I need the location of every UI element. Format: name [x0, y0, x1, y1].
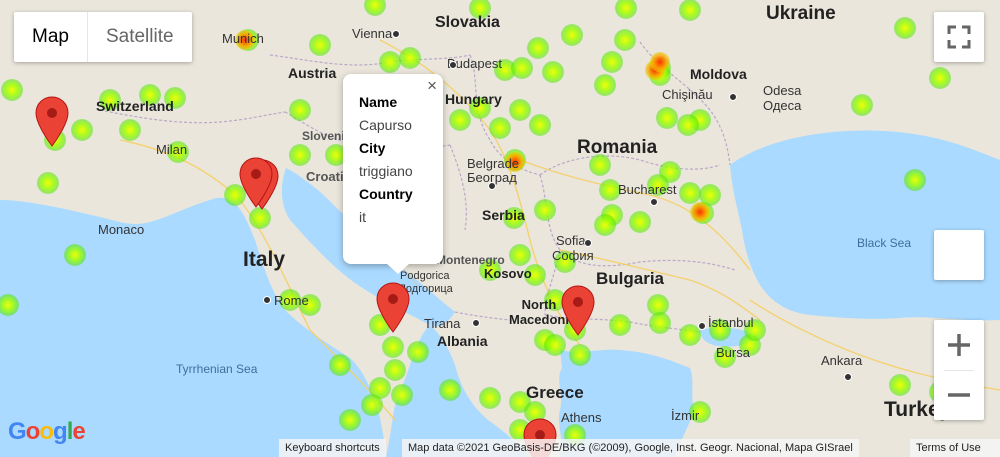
city-dot: [844, 373, 852, 381]
country-label: Bulgaria: [596, 269, 665, 288]
city-label: Munich: [222, 31, 264, 46]
google-logo: Google: [8, 418, 86, 445]
map-marker[interactable]: [561, 285, 595, 337]
info-name-label: Name: [359, 94, 398, 110]
zoom-in-button[interactable]: [934, 320, 984, 370]
keyboard-shortcuts-link[interactable]: Keyboard shortcuts: [279, 439, 386, 457]
city-dot: [698, 322, 706, 330]
city-dot: [472, 319, 480, 327]
city-dot: [392, 30, 400, 38]
city-label: Tirana: [424, 316, 461, 331]
city-label: İstanbul: [708, 315, 754, 330]
info-window: × Name Capurso City triggiano Country it: [343, 74, 443, 274]
city-label: Одеса: [763, 98, 802, 113]
city-dot: [729, 93, 737, 101]
map-marker[interactable]: [35, 96, 69, 148]
city-label: Vienna: [352, 26, 393, 41]
country-label: Kosovo: [484, 266, 532, 281]
city-label: Sofia: [556, 233, 586, 248]
city-label: Belgrade: [467, 156, 520, 171]
city-label: Athens: [561, 410, 602, 425]
info-window-tail: [386, 263, 410, 274]
country-label: Serbia: [482, 207, 525, 223]
map-type-map-button[interactable]: Map: [14, 12, 87, 62]
info-country-value: it: [359, 209, 366, 225]
sea-label: Tyrrhenian Sea: [176, 362, 258, 376]
city-dot: [650, 198, 658, 206]
city-label: İzmir: [671, 408, 700, 423]
zoom-out-button[interactable]: [934, 370, 984, 420]
minus-icon: [948, 393, 970, 397]
city-label: Odesa: [763, 83, 802, 98]
map-type-satellite-button[interactable]: Satellite: [86, 12, 192, 62]
country-label: Greece: [526, 383, 584, 402]
street-view-button[interactable]: [934, 230, 984, 280]
info-city-label: City: [359, 140, 386, 156]
zoom-control: [934, 320, 984, 420]
city-label: Bucharest: [618, 182, 677, 197]
plus-icon: [948, 334, 970, 356]
country-label: Italy: [243, 248, 286, 271]
map-marker[interactable]: [376, 282, 410, 334]
city-label: Monaco: [98, 222, 145, 237]
terms-of-use-link[interactable]: Terms of Use: [910, 439, 1000, 457]
city-dot: [488, 182, 496, 190]
country-label: Montenegro: [436, 253, 505, 267]
city-label: Chişinău: [662, 87, 713, 102]
city-label: Rome: [274, 293, 309, 308]
map-data-attribution: Map data ©2021 GeoBasis-DE/BKG (©2009), …: [402, 439, 859, 457]
city-label: Ankara: [821, 353, 863, 368]
city-dot: [263, 296, 271, 304]
close-icon[interactable]: ×: [427, 76, 437, 96]
city-label: Milan: [156, 142, 188, 157]
country-label: Albania: [437, 333, 488, 349]
fullscreen-icon: [947, 25, 971, 49]
fullscreen-button[interactable]: [934, 12, 984, 62]
map-canvas[interactable]: Slovakia Ukraine Austria Hungary Moldova…: [0, 0, 1000, 457]
city-label: София: [552, 248, 594, 263]
country-label: Hungary: [445, 91, 502, 107]
city-dot: [584, 239, 592, 247]
country-label: Austria: [288, 65, 337, 81]
country-label: Ukraine: [766, 3, 836, 24]
sea-label: Black Sea: [857, 236, 912, 250]
info-city-value: triggiano: [359, 163, 413, 179]
map-marker[interactable]: [239, 157, 273, 209]
country-label: Romania: [577, 137, 658, 158]
info-country-label: Country: [359, 186, 413, 202]
country-label: Moldova: [690, 66, 747, 82]
country-label: Switzerland: [96, 98, 174, 114]
info-name-value: Capurso: [359, 117, 412, 133]
map-type-control: Map Satellite: [14, 12, 192, 62]
city-label: Bursa: [716, 345, 750, 360]
country-label: North Macedonia: [509, 297, 577, 327]
city-dot: [449, 61, 457, 69]
country-label: Slovakia: [435, 14, 500, 31]
